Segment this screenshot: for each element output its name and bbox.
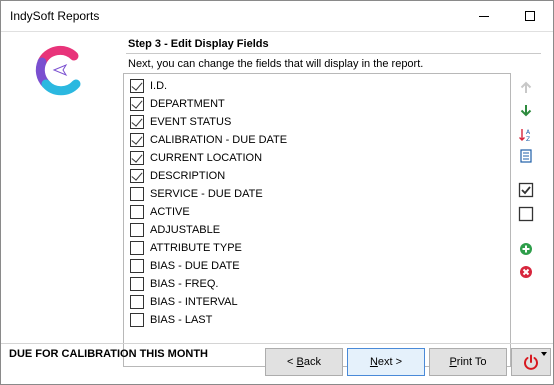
report-name: DUE FOR CALIBRATION THIS MONTH [9,348,209,360]
field-label: DESCRIPTION [150,170,226,182]
add-field-icon[interactable] [515,240,537,258]
next-button[interactable]: Next > [347,348,425,376]
field-checkbox[interactable] [130,151,144,165]
field-row[interactable]: BIAS - INTERVAL [130,293,238,311]
field-checkbox[interactable] [130,187,144,201]
field-row[interactable]: BIAS - DUE DATE [130,257,240,275]
step-divider [126,53,541,54]
step-title: Step 3 - Edit Display Fields [128,38,269,50]
dropdown-caret-icon [541,352,547,356]
back-prefix: < [287,356,297,368]
footer-divider [1,343,553,344]
field-label: CURRENT LOCATION [150,152,263,164]
move-down-icon[interactable] [515,101,537,119]
field-row[interactable]: CALIBRATION - DUE DATE [130,131,287,149]
move-up-icon [515,79,537,97]
remove-field-icon[interactable] [515,263,537,281]
field-label: ADJUSTABLE [150,224,221,236]
field-row[interactable]: CURRENT LOCATION [130,149,262,167]
maximize-icon [525,11,535,21]
field-row[interactable]: BIAS - FREQ. [130,275,218,293]
field-row[interactable]: SERVICE - DUE DATE [130,185,263,203]
field-label: BIAS - FREQ. [150,278,219,290]
field-row[interactable]: DESCRIPTION [130,167,225,185]
back-label: ack [303,356,321,368]
svg-text:A: A [526,129,531,136]
field-label: I.D. [150,80,168,92]
field-row[interactable]: EVENT STATUS [130,113,231,131]
field-checkbox[interactable] [130,115,144,129]
display-fields-list[interactable]: I.D. DEPARTMENT EVENT STATUS CALIBRATION - … [123,73,511,367]
field-row[interactable]: ACTIVE [130,203,190,221]
field-checkbox[interactable] [130,259,144,273]
field-label: ATTRIBUTE TYPE [150,242,242,254]
field-row[interactable]: DEPARTMENT [130,95,225,113]
field-checkbox[interactable] [130,313,144,327]
check-all-icon[interactable] [515,181,537,199]
field-row[interactable]: BIAS - LAST [130,311,212,329]
field-checkbox[interactable] [130,205,144,219]
field-checkbox[interactable] [130,223,144,237]
minimize-icon [479,15,489,17]
field-label: SERVICE - DUE DATE [150,188,263,200]
power-icon [524,354,538,370]
title-bar: IndySoft Reports [1,1,553,31]
maximize-button[interactable] [507,1,553,31]
field-label: BIAS - INTERVAL [150,296,238,308]
power-menu-button[interactable] [511,348,551,376]
field-label: CALIBRATION - DUE DATE [150,134,288,146]
field-checkbox[interactable] [130,241,144,255]
step-description: Next, you can change the fields that wil… [128,58,424,70]
field-checkbox[interactable] [130,295,144,309]
print-label: rint To [456,356,487,368]
svg-text:Z: Z [526,136,530,143]
list-view-icon[interactable] [515,147,537,165]
next-label: ext > [377,356,403,368]
field-label: ACTIVE [150,206,190,218]
field-row[interactable]: ATTRIBUTE TYPE [130,239,242,257]
field-checkbox[interactable] [130,277,144,291]
sort-az-icon[interactable]: AZ [515,126,537,144]
report-wizard-window: IndySoft Reports Step 3 - Edit Display F… [0,0,554,385]
window-title: IndySoft Reports [10,9,100,23]
next-hotkey: N [369,356,378,368]
field-row[interactable]: ADJUSTABLE [130,221,220,239]
print-to-button[interactable]: Print To [429,348,507,376]
uncheck-all-icon[interactable] [515,205,537,223]
indysoft-logo [35,45,81,96]
field-checkbox[interactable] [130,169,144,183]
field-checkbox[interactable] [130,133,144,147]
field-label: DEPARTMENT [150,98,225,110]
field-checkbox[interactable] [130,79,144,93]
field-label: BIAS - LAST [150,314,213,326]
field-row[interactable]: I.D. [130,77,167,95]
wizard-body: Step 3 - Edit Display Fields Next, you c… [1,31,553,384]
back-hotkey: B [296,356,304,368]
back-button[interactable]: < Back [265,348,343,376]
field-checkbox[interactable] [130,97,144,111]
field-label: BIAS - DUE DATE [150,260,240,272]
print-hotkey: P [449,356,457,368]
field-label: EVENT STATUS [150,116,232,128]
minimize-button[interactable] [461,1,507,31]
